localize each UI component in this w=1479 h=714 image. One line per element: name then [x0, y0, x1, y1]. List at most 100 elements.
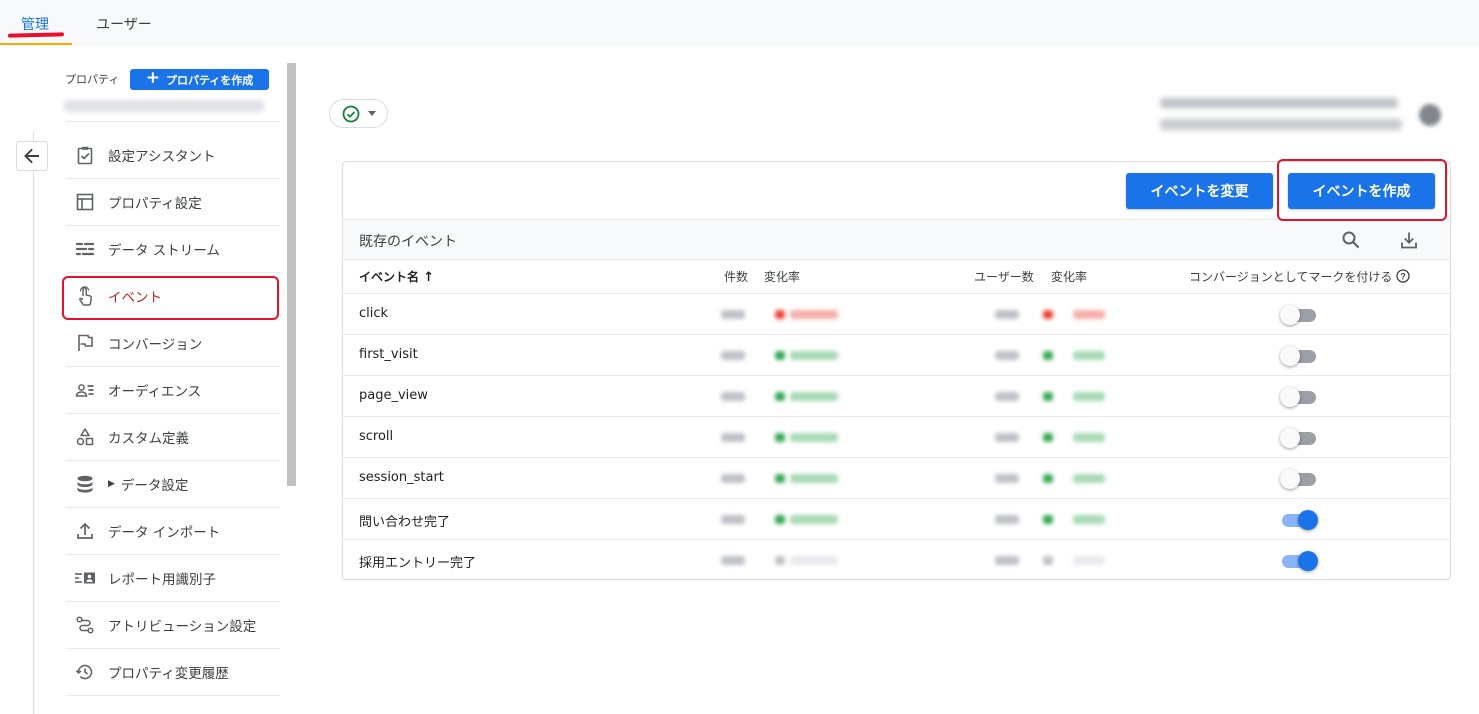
help-icon[interactable]: ?	[1396, 269, 1410, 283]
users-change-cell-redacted	[1073, 351, 1105, 360]
identity-icon	[74, 567, 96, 589]
audience-icon	[74, 379, 96, 401]
sidebar-item-setup-assistant[interactable]: 設定アシスタント	[66, 132, 280, 179]
sidebar-item-property-change-history[interactable]: プロパティ変更履歴	[66, 649, 280, 696]
column-header-users[interactable]: ユーザー数	[974, 268, 1034, 285]
table-row[interactable]: session_start	[343, 458, 1450, 499]
table-row[interactable]: page_view	[343, 376, 1450, 417]
sidebar-item-property-settings[interactable]: プロパティ設定	[66, 179, 280, 226]
conversion-toggle[interactable]	[1280, 426, 1318, 448]
sidebar-item-label: データ設定	[120, 478, 189, 494]
users-cell-redacted	[995, 515, 1019, 524]
sidebar-item-label: プロパティ設定	[108, 196, 202, 212]
streams-icon	[74, 238, 96, 260]
search-icon[interactable]	[1339, 228, 1363, 252]
column-header-count[interactable]: 件数	[724, 268, 748, 285]
users-cell-redacted	[995, 310, 1019, 319]
sidebar-item-label: レポート用識別子	[108, 572, 216, 588]
table-row[interactable]: click	[343, 294, 1450, 335]
users-change-cell-redacted	[1073, 433, 1105, 442]
sidebar-item-attribution-settings[interactable]: アトリビューション設定	[66, 602, 280, 649]
sidebar-item-conversions[interactable]: コンバージョン	[66, 320, 280, 367]
column-header-conversion[interactable]: コンバージョンとしてマークを付ける ?	[1189, 268, 1410, 285]
table-row[interactable]: 採用エントリー完了	[343, 540, 1450, 581]
sidebar-item-label: プロパティ変更履歴	[108, 666, 229, 682]
column-header-users-change[interactable]: 変化率	[1051, 268, 1087, 285]
account-name-redacted	[1160, 98, 1398, 108]
event-name-cell[interactable]: page_view	[359, 388, 428, 403]
back-button[interactable]	[16, 141, 48, 171]
tab-user[interactable]: ユーザー	[96, 14, 152, 34]
count-trend-marker-redacted	[775, 392, 785, 401]
svg-text:?: ?	[1400, 271, 1406, 281]
avatar[interactable]	[1419, 104, 1441, 126]
count-trend-marker-redacted	[775, 433, 785, 442]
download-icon[interactable]	[1397, 228, 1421, 252]
count-cell-redacted	[721, 556, 745, 565]
tab-admin[interactable]: 管理	[21, 14, 49, 34]
column-header-event-name[interactable]: イベント名 ↑	[359, 268, 434, 285]
conversion-toggle[interactable]	[1280, 344, 1318, 366]
count-trend-marker-redacted	[775, 556, 785, 565]
sidebar-item-label: 設定アシスタント	[108, 149, 216, 165]
conversion-toggle[interactable]	[1280, 467, 1318, 489]
create-event-button[interactable]: イベントを作成	[1288, 173, 1435, 209]
admin-nav: 設定アシスタント プロパティ設定 データ ストリーム イベント コンバージョン …	[66, 132, 280, 696]
expand-caret-icon[interactable]: ▶	[108, 479, 115, 489]
column-header-count-change[interactable]: 変化率	[764, 268, 800, 285]
sidebar-scrollbar[interactable]	[287, 63, 296, 486]
sidebar-item-custom-definitions[interactable]: カスタム定義	[66, 414, 280, 461]
toggle-knob	[1280, 428, 1300, 448]
event-name-cell[interactable]: 問い合わせ完了	[359, 511, 450, 530]
event-name-cell[interactable]: click	[359, 306, 388, 321]
property-id-redacted	[64, 100, 264, 112]
count-cell-redacted	[721, 351, 745, 360]
conversion-toggle[interactable]	[1280, 549, 1318, 571]
property-status-dropdown[interactable]	[329, 99, 388, 128]
users-change-cell-redacted	[1073, 310, 1105, 319]
users-change-cell-redacted	[1073, 556, 1105, 565]
upload-icon	[74, 520, 96, 542]
count-cell-redacted	[721, 433, 745, 442]
top-tab-bar: 管理 ユーザー	[0, 0, 1479, 46]
users-trend-marker-redacted	[1043, 310, 1053, 319]
count-cell-redacted	[721, 392, 745, 401]
count-trend-marker-redacted	[775, 351, 785, 360]
event-name-cell[interactable]: first_visit	[359, 347, 418, 362]
sidebar-item-data-import[interactable]: データ インポート	[66, 508, 280, 555]
count-trend-marker-redacted	[775, 310, 785, 319]
event-name-cell[interactable]: scroll	[359, 429, 393, 444]
table-row[interactable]: scroll	[343, 417, 1450, 458]
flag-icon	[74, 332, 96, 354]
users-trend-marker-redacted	[1043, 474, 1053, 483]
event-name-cell[interactable]: 採用エントリー完了	[359, 552, 476, 571]
toggle-knob	[1280, 469, 1300, 489]
sidebar-item-label: アトリビューション設定	[108, 619, 257, 635]
sort-ascending-icon: ↑	[423, 270, 435, 285]
sidebar-item-data-streams[interactable]: データ ストリーム	[66, 226, 280, 273]
table-row[interactable]: first_visit	[343, 335, 1450, 376]
event-name-cell[interactable]: session_start	[359, 470, 444, 485]
sidebar-item-events[interactable]: イベント	[66, 273, 280, 320]
count-cell-redacted	[721, 474, 745, 483]
conversion-toggle[interactable]	[1280, 303, 1318, 325]
sidebar-divider	[33, 132, 34, 714]
toggle-knob	[1280, 387, 1300, 407]
column-header-label: イベント名	[359, 270, 420, 284]
sidebar-item-audiences[interactable]: オーディエンス	[66, 367, 280, 414]
table-row[interactable]: 問い合わせ完了	[343, 499, 1450, 540]
count-trend-marker-redacted	[775, 474, 785, 483]
sidebar-item-label: イベント	[108, 290, 162, 306]
conversion-toggle[interactable]	[1280, 508, 1318, 530]
sidebar-item-reporting-identity[interactable]: レポート用識別子	[66, 555, 280, 602]
users-trend-marker-redacted	[1043, 351, 1053, 360]
modify-event-button[interactable]: イベントを変更	[1126, 173, 1273, 209]
create-property-button[interactable]: + プロパティを作成	[130, 69, 269, 90]
users-cell-redacted	[995, 474, 1019, 483]
property-label: プロパティ	[65, 73, 120, 86]
toggle-knob	[1298, 551, 1318, 571]
sidebar-item-data-settings[interactable]: ▶ データ設定	[66, 461, 280, 508]
sidebar-item-label: オーディエンス	[108, 384, 202, 400]
conversion-toggle[interactable]	[1280, 385, 1318, 407]
active-tab-indicator	[0, 43, 72, 45]
